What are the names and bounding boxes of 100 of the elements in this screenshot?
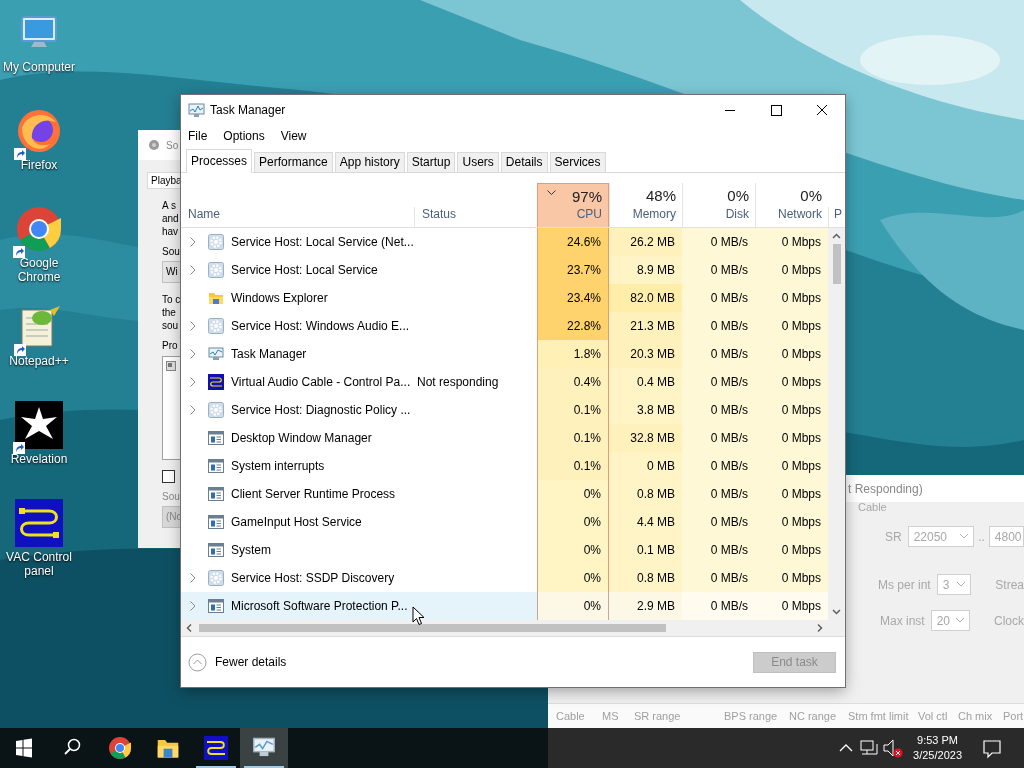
vertical-scrollbar[interactable]	[828, 228, 845, 621]
tab[interactable]: Details	[500, 151, 548, 172]
menu-item[interactable]: Options	[217, 128, 271, 143]
table-cell: 0 Mbps	[755, 564, 828, 593]
group-label: Cable	[858, 501, 888, 513]
cable-icon[interactable]	[15, 499, 63, 547]
gear-icon	[208, 402, 224, 419]
field-label: Max inst	[880, 613, 925, 628]
table-cell: 0 MB/s	[682, 592, 755, 621]
field-label: SR	[885, 529, 902, 544]
table-cell: 0 Mbps	[755, 424, 828, 453]
table-cell: 0 Mbps	[755, 312, 828, 341]
chevron-icon[interactable]	[190, 321, 196, 332]
table-cell: 0 MB/s	[682, 452, 755, 481]
window-icon	[208, 515, 224, 530]
table-cell: 0 MB/s	[682, 284, 755, 313]
table-cell: 0 Mbps	[755, 480, 828, 509]
running-indicator	[196, 766, 236, 768]
desktop-icon-label[interactable]: Firefox	[1, 158, 77, 172]
table-cell: 0%	[537, 480, 609, 509]
scroll-thumb[interactable]	[832, 244, 841, 285]
scroll-thumb[interactable]	[199, 624, 666, 633]
clock-time[interactable]: 9:53 PM	[917, 733, 958, 748]
window-title: Task Manager	[210, 103, 286, 117]
chevron-icon[interactable]	[190, 349, 196, 360]
table-cell: 0%	[537, 536, 609, 565]
device-icon	[166, 361, 176, 371]
chevron-icon[interactable]	[190, 237, 196, 248]
tab[interactable]: Users	[457, 151, 499, 172]
desktop-icon-label[interactable]: Revelation	[1, 452, 77, 466]
column-header[interactable]: 0% Network	[755, 182, 828, 228]
column-header[interactable]: 97% CPU	[537, 182, 609, 228]
table-cell: 22.8%	[537, 312, 609, 341]
table-cell: 0 MB/s	[682, 256, 755, 285]
table-cell: 0 MB/s	[682, 508, 755, 537]
table-cell-text: Not responding	[416, 374, 500, 392]
table-cell: Windows Explorer	[181, 284, 415, 313]
table-cell: 0 Mbps	[755, 368, 828, 397]
field-label: Sou	[162, 491, 180, 502]
table-cell: 0 Mbps	[755, 340, 828, 369]
range-separator: ..	[978, 529, 985, 544]
desktop-icon-label[interactable]: Google Chrome	[1, 256, 77, 284]
tab[interactable]: Performance	[254, 151, 333, 172]
desktop-icon-label[interactable]: Notepad++	[1, 354, 77, 368]
cable-icon	[204, 736, 228, 760]
table-cell: 0.1%	[537, 452, 609, 481]
speaker-icon	[148, 139, 160, 151]
menu-item[interactable]: File	[182, 128, 214, 143]
table-cell: 0 Mbps	[755, 452, 828, 481]
tab[interactable]: App history	[334, 151, 405, 172]
table-cell: 0 Mbps	[755, 396, 828, 425]
field-label: Pro	[162, 340, 178, 351]
column-header[interactable]: Status	[415, 207, 537, 228]
table-cell: Service Host: Diagnostic Policy ...	[181, 396, 415, 425]
window-icon	[208, 487, 224, 502]
field-label: Sou	[162, 246, 180, 257]
fewer-details-button[interactable]: Fewer details	[188, 652, 287, 672]
clock-date[interactable]: 3/25/2023	[913, 748, 962, 763]
chevron-icon[interactable]	[190, 377, 196, 388]
column-header[interactable]: 48% Memory	[609, 182, 682, 228]
table-cell: GameInput Host Service	[181, 508, 415, 537]
window-icon	[208, 459, 224, 474]
table-cell: 3.8 MB	[609, 396, 682, 425]
tab[interactable]: Processes	[186, 148, 253, 173]
table-cell: 0.8 MB	[609, 564, 682, 593]
menu-item[interactable]: View	[274, 128, 313, 143]
monitor-icon	[208, 346, 224, 363]
column-header[interactable]: P	[828, 207, 845, 228]
column-header[interactable]: Name	[181, 207, 415, 228]
monitor-icon	[188, 102, 205, 118]
table-cell: 0 MB/s	[682, 424, 755, 453]
table-cell: 23.7%	[537, 256, 609, 285]
window-title: So	[166, 139, 179, 151]
folder-icon	[208, 290, 224, 307]
table-cell: Task Manager	[181, 340, 415, 369]
table-cell: System interrupts	[181, 452, 415, 481]
taskbar-button[interactable]	[240, 728, 288, 768]
table-cell: 0 Mbps	[755, 284, 828, 313]
table-cell: 0 MB/s	[682, 368, 755, 397]
gear-icon	[208, 570, 224, 587]
description-text: A s and hav	[162, 199, 179, 238]
tab[interactable]: Startup	[406, 151, 456, 172]
running-indicator	[244, 766, 284, 768]
checkbox[interactable]	[162, 470, 175, 483]
field-label: Strea	[995, 577, 1024, 592]
horizontal-scrollbar[interactable]	[181, 620, 845, 637]
chevron-icon[interactable]	[190, 601, 196, 612]
ring-logo-icon[interactable]	[15, 205, 63, 253]
tab[interactable]: Services	[549, 151, 606, 172]
desktop-icon-label[interactable]: VAC Control panel	[1, 550, 77, 578]
column-header[interactable]: 0% Disk	[682, 182, 755, 228]
chevron-icon[interactable]	[190, 405, 196, 416]
chevron-icon[interactable]	[190, 265, 196, 276]
table-cell: 32.8 MB	[609, 424, 682, 453]
swirl-logo-icon[interactable]	[16, 108, 62, 154]
table-cell: 21.3 MB	[609, 312, 682, 341]
chevron-icon[interactable]	[190, 573, 196, 584]
table-cell: 20.3 MB	[609, 340, 682, 369]
table-cell: 0.8 MB	[609, 480, 682, 509]
cable-icon	[208, 374, 224, 391]
